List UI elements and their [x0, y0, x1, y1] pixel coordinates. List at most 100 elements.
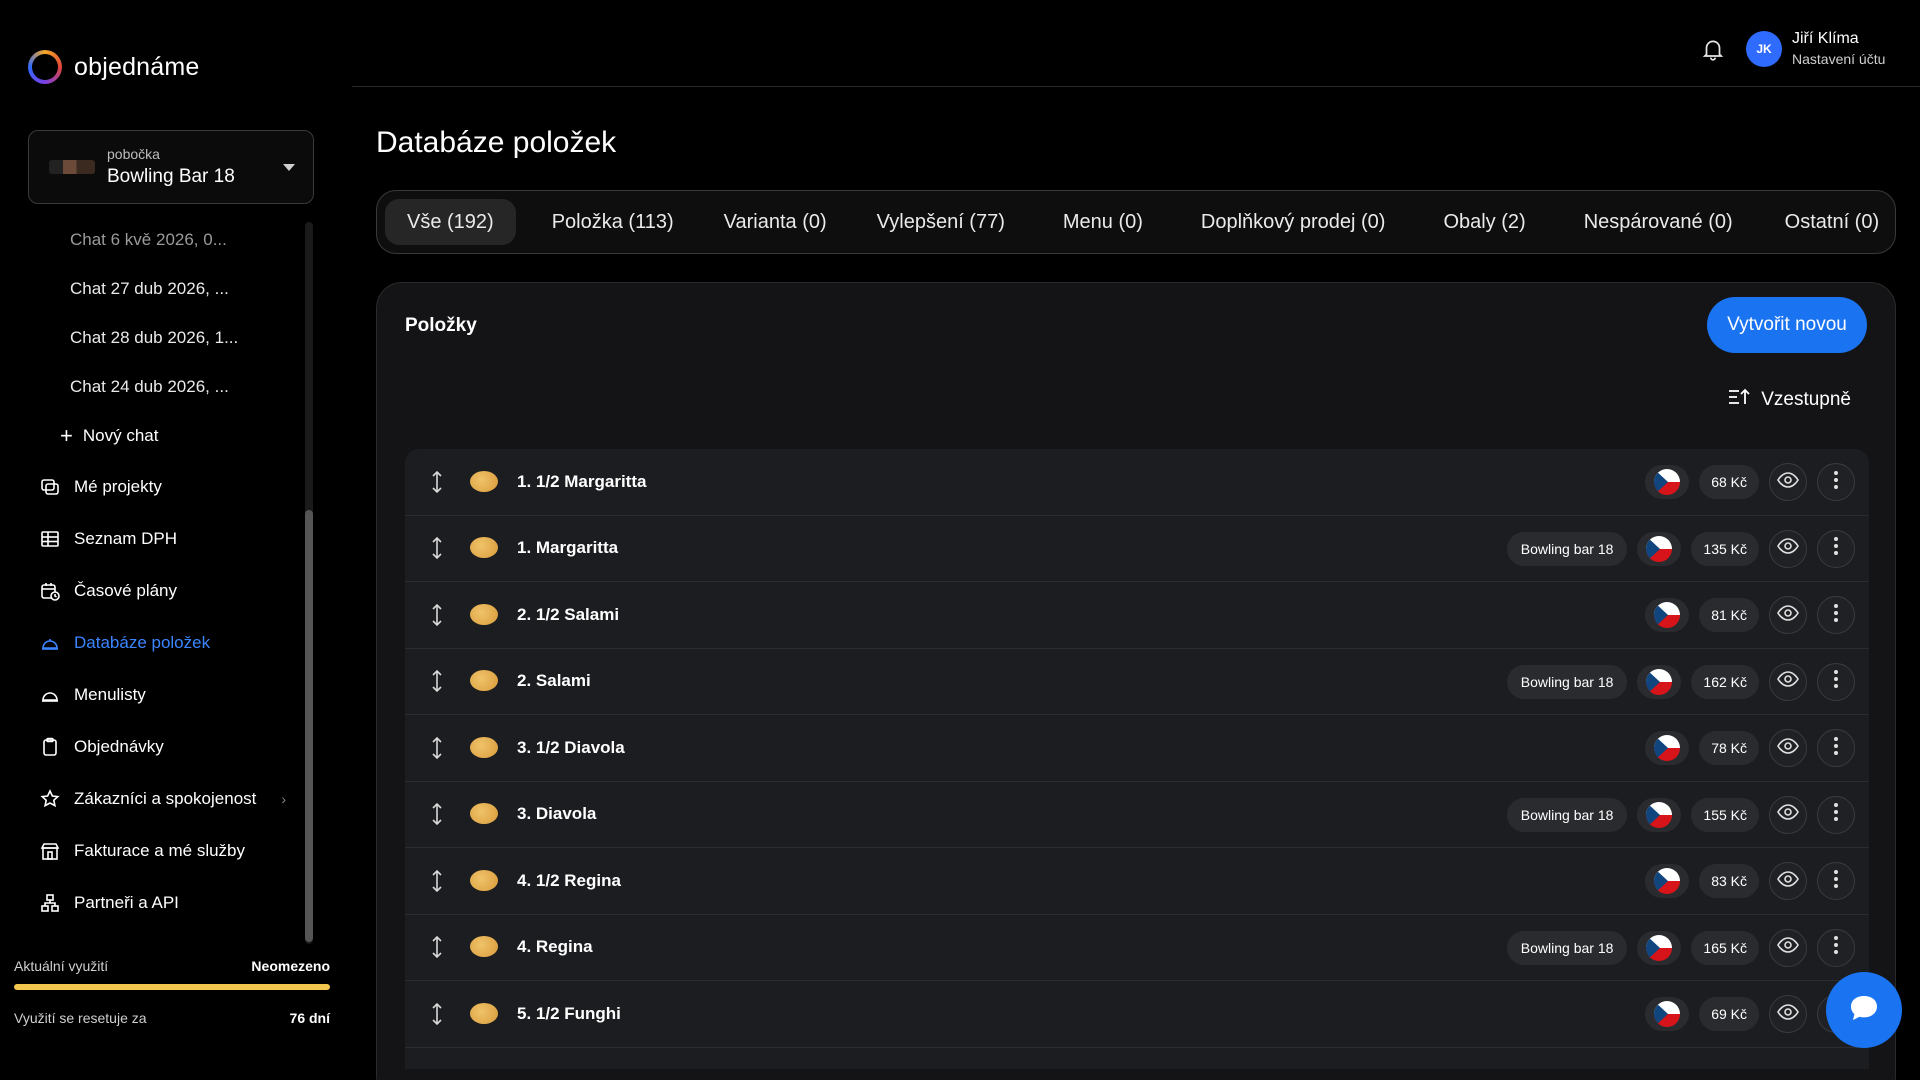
table-row[interactable]: 3. 1/2 Diavola 78 Kč	[405, 715, 1869, 782]
sidebar-item-customers[interactable]: Zákazníci a spokojenost ›	[0, 773, 300, 825]
drag-handle-icon[interactable]	[427, 736, 447, 760]
sidebar-item-projects[interactable]: Mé projekty	[0, 461, 300, 513]
chat-item[interactable]: Chat 27 dub 2026, ...	[0, 264, 300, 313]
drag-handle-icon[interactable]	[427, 802, 447, 826]
sidebar-item-label: Partneři a API	[74, 893, 179, 912]
new-chat-label: Nový chat	[82, 426, 159, 445]
visibility-button[interactable]	[1769, 463, 1807, 501]
logo[interactable]: objednáme	[28, 50, 200, 84]
more-options-button[interactable]	[1817, 862, 1855, 900]
visibility-button[interactable]	[1769, 928, 1807, 967]
star-icon	[40, 789, 60, 809]
visibility-button[interactable]	[1769, 729, 1807, 767]
table-row[interactable]: 3. Diavola Bowling bar 18 155 Kč	[405, 782, 1869, 848]
price-badge: 81 Kč	[1699, 598, 1759, 632]
new-chat-button[interactable]: + Nový chat	[0, 411, 300, 461]
eye-icon	[1777, 804, 1799, 825]
language-badge[interactable]	[1645, 731, 1690, 765]
language-badge[interactable]	[1645, 465, 1690, 499]
user-menu[interactable]: JK Jiří Klíma Nastavení účtu	[1746, 30, 1885, 67]
visibility-button[interactable]	[1769, 529, 1807, 568]
sidebar-item-label: Fakturace a mé služby	[74, 841, 246, 860]
drag-handle-icon[interactable]	[427, 669, 447, 693]
usage-label: Aktuální využití	[14, 958, 109, 974]
drag-handle-icon[interactable]	[427, 470, 447, 494]
sidebar-scrollbar-thumb[interactable]	[305, 510, 313, 942]
more-options-button[interactable]	[1817, 596, 1855, 634]
price-badge: 155 Kč	[1691, 797, 1759, 832]
drag-handle-icon[interactable]	[427, 935, 447, 959]
tab-menu[interactable]: Menu (0)	[1041, 199, 1165, 245]
sidebar-item-vat[interactable]: Seznam DPH	[0, 513, 300, 565]
visibility-button[interactable]	[1769, 995, 1807, 1033]
row-actions: Bowling bar 18 155 Kč	[1506, 782, 1855, 848]
visibility-button[interactable]	[1769, 795, 1807, 834]
table-row[interactable]: 4. Regina Bowling bar 18 165 Kč	[405, 915, 1869, 981]
language-badge[interactable]	[1645, 864, 1690, 898]
header-divider	[352, 86, 1920, 87]
eye-icon	[1777, 538, 1799, 559]
tab-item[interactable]: Položka (113)	[530, 199, 696, 245]
sidebar-item-orders[interactable]: Objednávky	[0, 721, 300, 773]
table-row[interactable]: 2. 1/2 Salami 81 Kč	[405, 582, 1869, 649]
bell-icon[interactable]	[1700, 36, 1726, 62]
chat-item[interactable]: Chat 6 kvě 2026, 0...	[0, 215, 300, 264]
chat-item[interactable]: Chat 24 dub 2026, ...	[0, 362, 300, 411]
sidebar-scrollbar[interactable]	[305, 222, 313, 944]
drag-handle-icon[interactable]	[427, 536, 447, 560]
table-row[interactable]: 1. Margaritta Bowling bar 18 135 Kč	[405, 516, 1869, 582]
language-badge[interactable]	[1637, 930, 1682, 965]
tab-unpaired[interactable]: Nespárované (0)	[1562, 199, 1755, 245]
tab-variant[interactable]: Varianta (0)	[702, 199, 849, 245]
account-settings-link[interactable]: Nastavení účtu	[1792, 51, 1885, 67]
language-badge[interactable]	[1645, 598, 1690, 632]
language-badge[interactable]	[1637, 797, 1682, 832]
visibility-button[interactable]	[1769, 596, 1807, 634]
sidebar-item-label: Menulisty	[74, 685, 146, 704]
drag-handle-icon[interactable]	[427, 603, 447, 627]
tab-packaging[interactable]: Obaly (2)	[1421, 199, 1547, 245]
sidebar-item-schedules[interactable]: Časové plány	[0, 565, 300, 617]
clipboard-icon	[40, 737, 60, 757]
language-badge[interactable]	[1645, 997, 1690, 1031]
table-row[interactable]: 5. 1/2 Funghi 69 Kč	[405, 981, 1869, 1048]
sidebar-item-partners[interactable]: Partneři a API	[0, 877, 300, 929]
more-options-button[interactable]	[1817, 928, 1855, 967]
tab-all[interactable]: Vše (192)	[385, 199, 516, 245]
sidebar-item-menus[interactable]: Menulisty	[0, 669, 300, 721]
branch-selector[interactable]: pobočka Bowling Bar 18	[28, 130, 314, 204]
table-row[interactable]: 2. Salami Bowling bar 18 162 Kč	[405, 649, 1869, 715]
drag-handle-icon[interactable]	[427, 1002, 447, 1026]
more-options-button[interactable]	[1817, 662, 1855, 701]
table-row[interactable]: 1. 1/2 Margaritta 68 Kč	[405, 449, 1869, 516]
tab-other[interactable]: Ostatní (0)	[1763, 199, 1901, 245]
more-options-button[interactable]	[1817, 729, 1855, 767]
more-options-button[interactable]	[1817, 463, 1855, 501]
sort-button[interactable]: Vzestupně	[1727, 387, 1851, 413]
tab-upsell[interactable]: Doplňkový prodej (0)	[1179, 199, 1408, 245]
sort-label: Vzestupně	[1761, 389, 1851, 410]
language-badge[interactable]	[1637, 531, 1682, 566]
more-options-button[interactable]	[1817, 795, 1855, 834]
chat-support-button[interactable]	[1826, 972, 1902, 1048]
sidebar-item-item-database[interactable]: Databáze položek	[0, 617, 300, 669]
eye-icon	[1777, 870, 1799, 892]
drag-handle-icon[interactable]	[427, 869, 447, 893]
logo-icon	[28, 50, 62, 84]
visibility-button[interactable]	[1769, 662, 1807, 701]
sidebar-item-billing[interactable]: Fakturace a mé služby	[0, 825, 300, 877]
chat-item[interactable]: Chat 28 dub 2026, 1...	[0, 313, 300, 362]
pizza-image	[465, 733, 503, 763]
create-new-button[interactable]: Vytvořit novou	[1707, 297, 1867, 353]
visibility-button[interactable]	[1769, 862, 1807, 900]
sidebar-item-label: Databáze položek	[74, 633, 211, 652]
item-name: 4. 1/2 Regina	[517, 870, 621, 890]
pizza-image	[465, 533, 503, 563]
more-options-button[interactable]	[1817, 529, 1855, 568]
avatar: JK	[1746, 30, 1782, 67]
tab-upgrade[interactable]: Vylepšení (77)	[855, 199, 1027, 245]
language-badge[interactable]	[1637, 664, 1682, 699]
price-badge: 68 Kč	[1699, 465, 1759, 499]
table-row[interactable]: 4. 1/2 Regina 83 Kč	[405, 848, 1869, 915]
sidebar-item-label: Časové plány	[74, 581, 178, 600]
